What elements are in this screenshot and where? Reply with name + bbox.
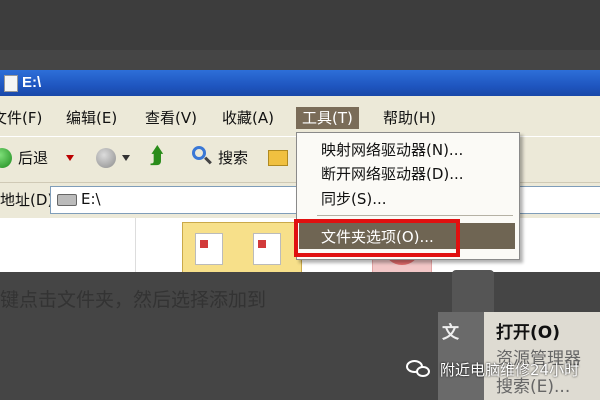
menu-item-map-network-drive[interactable]: 映射网络驱动器(N)... [321,139,463,160]
pdf-document-icon [195,233,223,265]
menu-edit[interactable]: 编辑(E) [66,107,117,129]
recycle-bin-icon [452,270,494,316]
up-folder-icon[interactable]: ⮭ [150,144,163,169]
menu-separator [317,215,513,216]
menu-tools[interactable]: 工具(T) [296,107,359,129]
watermark-text: 附近电脑维修24小时 [440,360,580,379]
drive-icon [57,194,77,206]
annotation-red-box [294,219,460,257]
forward-dropdown-icon[interactable] [122,155,130,161]
back-arrow-icon[interactable] [0,148,12,168]
tutorial-caption: 键点击文件夹，然后选择添加到 [0,289,267,311]
menu-item-disconnect-network-drive[interactable]: 断开网络驱动器(D)... [321,163,464,184]
back-dropdown-icon[interactable] [66,155,74,161]
watermark: 附近电脑维修24小时 [406,355,579,383]
back-button-label[interactable]: 后退 [18,146,48,170]
menu-item-synchronize[interactable]: 同步(S)... [321,188,387,209]
menu-favorites[interactable]: 收藏(A) [222,107,274,129]
left-pane [0,218,136,272]
address-value: E:\ [81,190,101,208]
menu-view[interactable]: 查看(V) [145,107,197,129]
wechat-icon [406,358,432,380]
pdf-document-icon [253,233,281,265]
search-icon[interactable] [192,146,206,160]
menu-bar: 文件(F) 编辑(E) 查看(V) 收藏(A) 工具(T) 帮助(H) [0,104,600,132]
context-menu-side-glyph: 文 [442,323,459,343]
menu-file[interactable]: 文件(F) [0,107,42,129]
search-button-label[interactable]: 搜索 [218,146,248,170]
context-item-open[interactable]: 打开(O) [496,318,560,343]
folder-window-icon [4,75,18,92]
address-label: 地址(D) [0,191,54,209]
menu-help[interactable]: 帮助(H) [383,107,436,129]
forward-arrow-icon[interactable] [96,148,116,168]
title-bar: E:\ [0,70,600,96]
top-dark-band [0,0,600,50]
folder-thumbnail[interactable] [182,222,302,272]
window-title: E:\ [22,74,42,91]
folders-icon[interactable] [268,150,288,166]
